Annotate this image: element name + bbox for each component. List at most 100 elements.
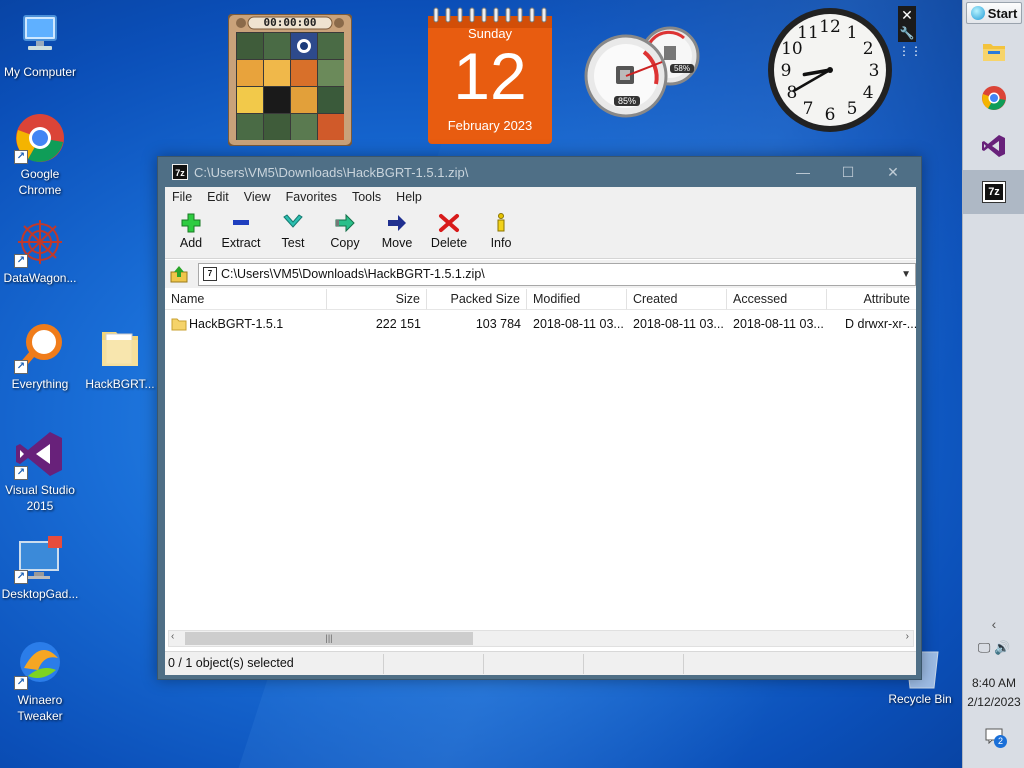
extract-label: Extract: [221, 236, 261, 250]
window-titlebar[interactable]: 7z C:\Users\VM5\Downloads\HackBGRT-1.5.1…: [158, 157, 921, 187]
clock-time[interactable]: 8:40 AM: [963, 676, 1024, 690]
column-packed-size[interactable]: Packed Size: [427, 289, 527, 310]
desktop-icon-my-computer[interactable]: My Computer: [0, 10, 80, 80]
file-explorer-icon: [983, 44, 1005, 61]
taskbar-visual-studio[interactable]: [963, 124, 1024, 168]
up-folder-button[interactable]: [169, 264, 189, 284]
maximize-button[interactable]: ☐: [828, 161, 868, 183]
desktop-icon-desktopgadgets[interactable]: ↗ DesktopGad...: [0, 532, 80, 602]
desktop-icon-label: Google Chrome: [18, 167, 62, 197]
7zip-title-icon: 7z: [172, 164, 188, 180]
scrollbar-thumb[interactable]: |||: [185, 632, 473, 645]
taskbar-chrome[interactable]: [963, 76, 1024, 120]
column-name[interactable]: Name: [165, 289, 327, 310]
network-icon[interactable]: 🖵: [978, 640, 991, 655]
folder-icon: [171, 317, 187, 331]
test-label: Test: [281, 236, 305, 250]
volume-icon[interactable]: 🔊: [994, 640, 1010, 655]
extract-button[interactable]: Extract: [215, 211, 267, 257]
tray-expand-icon[interactable]: ‹: [963, 616, 1024, 632]
test-button[interactable]: Test: [267, 211, 319, 257]
7zip-window[interactable]: 7z C:\Users\VM5\Downloads\HackBGRT-1.5.1…: [157, 156, 922, 680]
desktop-icon-visual-studio[interactable]: ↗ Visual Studio 2015: [0, 428, 80, 514]
row-modified: 2018-08-11 03...: [533, 317, 624, 331]
move-arrow-icon: [388, 215, 406, 231]
selection-status: 0 / 1 object(s) selected: [165, 654, 384, 674]
window-client: File Edit View Favorites Tools Help Add …: [165, 187, 916, 675]
minimize-button[interactable]: —: [783, 161, 823, 183]
shortcut-arrow-icon: ↗: [14, 570, 28, 584]
address-text: C:\Users\VM5\Downloads\HackBGRT-1.5.1.zi…: [221, 267, 485, 281]
menubar: File Edit View Favorites Tools Help: [165, 187, 916, 208]
info-icon: [497, 213, 505, 232]
memory-usage: 58%: [670, 64, 694, 73]
plus-icon: [181, 213, 201, 233]
row-size: 222 151: [375, 317, 421, 331]
start-orb-icon: [970, 6, 985, 20]
scroll-right-icon[interactable]: ›: [906, 631, 909, 642]
column-accessed[interactable]: Accessed: [727, 289, 827, 310]
column-modified[interactable]: Modified: [527, 289, 627, 310]
horizontal-scrollbar[interactable]: ‹ ||| ›: [168, 630, 914, 647]
taskbar-7zip[interactable]: 7z: [963, 170, 1024, 214]
clock-number: 2: [863, 39, 874, 59]
move-button[interactable]: Move: [371, 211, 423, 257]
puzzle-gadget[interactable]: 00:00:00: [227, 13, 353, 147]
clock-gadget[interactable]: 12 1 2 3 4 5 6 7 8 9 10 11: [766, 6, 894, 134]
clock-date[interactable]: 2/12/2023: [963, 695, 1024, 709]
file-list[interactable]: Name Size Packed Size Modified Created A…: [165, 289, 916, 663]
address-bar: 7 C:\Users\VM5\Downloads\HackBGRT-1.5.1.…: [165, 260, 916, 288]
desktop-icon-datawagon[interactable]: ↗ DataWagon...: [0, 216, 80, 286]
menu-tools[interactable]: Tools: [345, 187, 389, 208]
calendar-gadget[interactable]: Sunday 12 February 2023: [428, 6, 552, 144]
drag-handle-icon[interactable]: ⋮⋮: [898, 42, 922, 60]
chrome-icon: [982, 86, 1006, 110]
column-attributes[interactable]: Attribute: [827, 289, 916, 310]
address-input[interactable]: 7 C:\Users\VM5\Downloads\HackBGRT-1.5.1.…: [198, 263, 916, 286]
chevron-down-icon[interactable]: ▼: [901, 264, 911, 285]
calendar-month-year: February 2023: [447, 118, 533, 133]
taskbar-file-explorer[interactable]: [963, 30, 1024, 74]
tray-network-volume-icons[interactable]: 🖵 🔊: [963, 640, 1024, 656]
info-button[interactable]: Info: [475, 211, 527, 257]
delete-label: Delete: [430, 236, 468, 250]
clock-number: 4: [863, 83, 874, 103]
menu-favorites[interactable]: Favorites: [279, 187, 345, 208]
datawagon-icon: ↗: [14, 216, 66, 268]
column-created[interactable]: Created: [627, 289, 727, 310]
computer-icon: [14, 10, 66, 62]
desktop-icon-google-chrome[interactable]: ↗ Google Chrome: [0, 112, 80, 198]
menu-file[interactable]: File: [165, 187, 200, 208]
close-icon[interactable]: ✕: [898, 6, 916, 24]
clock-number: 3: [869, 61, 880, 81]
desktop-icon-label: Visual Studio 2015: [5, 483, 75, 513]
desktop-icon-everything[interactable]: ↗ Everything: [0, 322, 80, 392]
start-label: Start: [987, 5, 1018, 21]
start-button[interactable]: Start: [966, 2, 1022, 24]
menu-edit[interactable]: Edit: [200, 187, 237, 208]
window-title: C:\Users\VM5\Downloads\HackBGRT-1.5.1.zi…: [194, 165, 469, 180]
menu-view[interactable]: View: [237, 187, 279, 208]
add-button[interactable]: Add: [165, 211, 217, 257]
scroll-left-icon[interactable]: ‹: [171, 631, 174, 642]
copy-button[interactable]: Copy: [319, 211, 371, 257]
cpu-meter-gadget[interactable]: 85% 58%: [584, 22, 714, 120]
menu-help[interactable]: Help: [389, 187, 430, 208]
delete-button[interactable]: Delete: [423, 211, 475, 257]
desktop-icon-winaero-tweaker[interactable]: ↗ Winaero Tweaker: [0, 638, 80, 724]
clock-number: 6: [825, 105, 836, 125]
taskbar: Start 7z ‹ 🖵 🔊 8:40 AM 2/12/2023 2: [962, 0, 1024, 768]
copy-label: Copy: [330, 236, 360, 250]
notification-button[interactable]: 2: [963, 728, 1024, 748]
column-size[interactable]: Size: [327, 289, 427, 310]
desktop-icon-label: My Computer: [3, 65, 77, 79]
close-button[interactable]: ✕: [873, 161, 913, 183]
desktop-icon-hackbgrt-folder[interactable]: HackBGRT...: [80, 322, 160, 392]
desktop-icon-label: Everything: [11, 377, 69, 391]
wrench-icon[interactable]: 🔧: [898, 24, 916, 42]
check-icon: [283, 214, 303, 228]
winaero-icon: ↗: [14, 638, 66, 690]
status-size: [384, 654, 484, 674]
desktop-icon-label: HackBGRT...: [85, 377, 155, 391]
shortcut-arrow-icon: ↗: [14, 466, 28, 480]
